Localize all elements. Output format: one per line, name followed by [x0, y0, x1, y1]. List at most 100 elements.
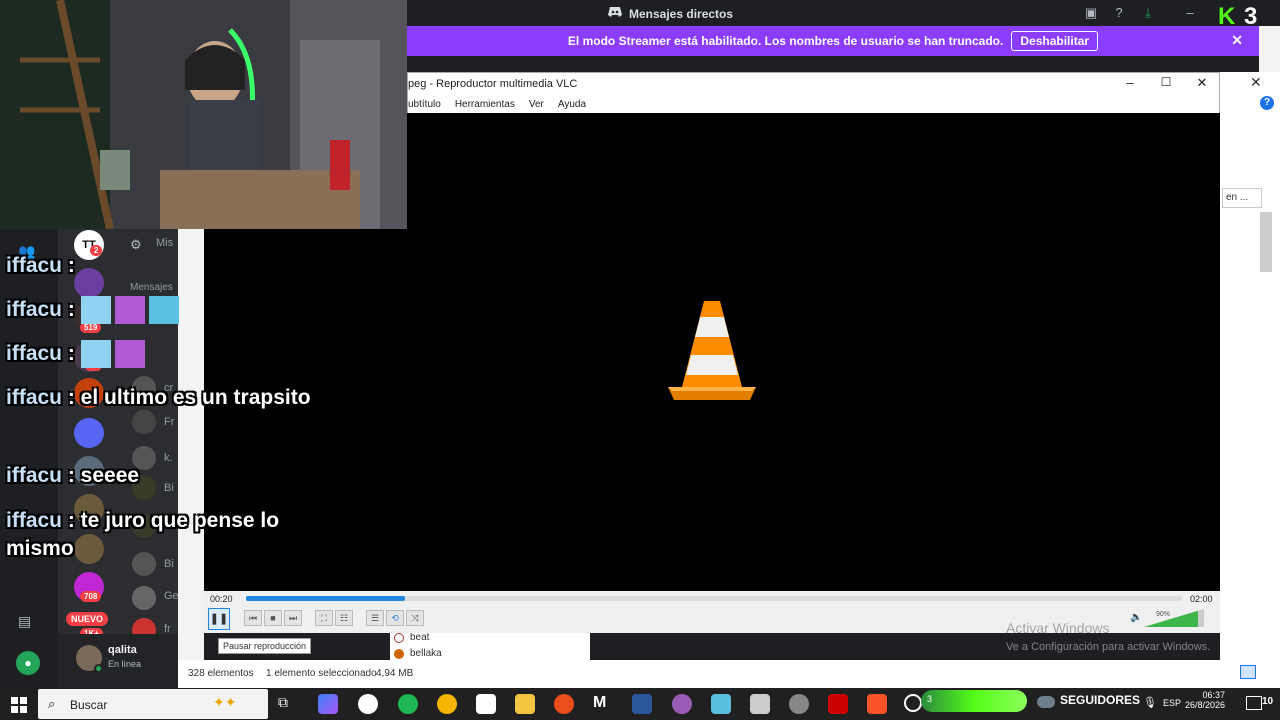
fullscreen-button[interactable]: ⛶ — [315, 610, 333, 626]
help-icon[interactable]: ? — [1260, 96, 1274, 110]
disable-streamer-button[interactable]: Deshabilitar — [1011, 31, 1099, 51]
activate-windows-title: Activar Windows — [1006, 620, 1110, 636]
audio-file-icon — [394, 632, 404, 643]
webcam-feed-image — [0, 0, 407, 229]
menu-item-subtitle[interactable]: ubtítulo — [408, 99, 441, 114]
chat-message: iffacu : el ultimo es un trapsito — [6, 386, 311, 409]
next-button[interactable]: ⏭ — [284, 610, 302, 626]
pause-button[interactable]: ❚❚ — [208, 608, 230, 630]
emote-icon — [80, 340, 111, 369]
chat-message: iffacu : — [6, 340, 316, 369]
app-icon[interactable] — [789, 694, 809, 714]
selected-count: 1 elemento seleccionado — [266, 668, 377, 679]
previous-button[interactable]: ⏮ — [244, 610, 262, 626]
word-icon[interactable] — [632, 694, 652, 714]
chat-message: iffacu : seeee — [6, 464, 140, 487]
details-view-icon[interactable] — [1240, 665, 1256, 679]
app-icon[interactable] — [711, 694, 731, 714]
close-icon[interactable]: ✕ — [1250, 74, 1262, 91]
chat-message: iffacu : te juro que pense lo mismo — [6, 509, 280, 560]
help-icon[interactable]: ? — [1111, 5, 1127, 21]
minimize-icon[interactable]: – — [1120, 75, 1140, 90]
brave-icon[interactable] — [867, 694, 887, 714]
stop-button[interactable]: ■ — [264, 610, 282, 626]
playlist-button[interactable]: ☰ — [366, 610, 384, 626]
minimize-icon[interactable]: – — [1182, 5, 1198, 21]
webcam-overlay — [0, 0, 407, 229]
avatar[interactable] — [132, 586, 156, 610]
copilot-icon[interactable] — [318, 694, 338, 714]
notifications-icon[interactable] — [1246, 696, 1262, 710]
emote-icon — [148, 296, 179, 325]
maximize-icon[interactable]: ☐ — [1156, 75, 1176, 89]
close-icon[interactable]: ✕ — [1192, 75, 1212, 91]
emote-icon — [114, 296, 145, 325]
weather-icon[interactable] — [1037, 696, 1055, 708]
audio-file-icon — [394, 648, 404, 659]
windows-taskbar: ⌕ Buscar ✦✦ ⧉ M 3 SEGUIDORES 🎙 ESP 06:37 — [0, 688, 1280, 720]
vlc-cone-icon — [668, 301, 756, 400]
chat-message: iffacu : — [6, 296, 316, 325]
menu-bar: ubtítulo Herramientas Ver Ayuda — [408, 99, 1219, 114]
search-icon: ⌕ — [48, 696, 56, 711]
search-input[interactable]: en ... — [1222, 188, 1262, 208]
file-explorer-icon[interactable] — [515, 694, 535, 714]
tooltip: Pausar reproducción — [218, 638, 312, 654]
download-icon[interactable]: ⤓ — [1140, 5, 1156, 21]
speaker-icon[interactable]: 🔈 — [1130, 612, 1142, 623]
obs-icon[interactable] — [358, 694, 378, 714]
channel-header: Mis — [156, 237, 174, 249]
seek-bar-progress — [246, 596, 406, 601]
user-settings-icon[interactable]: ● — [16, 651, 40, 675]
menu-item-view[interactable]: Ver — [529, 99, 544, 114]
gear-icon[interactable]: ⚙ — [130, 237, 142, 253]
list-item[interactable]: bellaka — [394, 648, 442, 659]
banner-text: El modo Streamer está habilitado. Los no… — [567, 34, 1004, 48]
followers-goal-bar: 3 — [921, 690, 1027, 712]
task-view-icon[interactable]: ⧉ — [278, 694, 298, 714]
user-status: En línea — [108, 659, 142, 669]
app-icon[interactable] — [828, 694, 848, 714]
stream-chat-overlay: iffacu : iffacu : iffacu : iffacu : el u… — [6, 252, 326, 582]
spotify-icon[interactable] — [398, 694, 418, 714]
discord-title: Mensajes directos — [607, 6, 733, 21]
app-icon[interactable] — [904, 694, 922, 712]
clock-time: 06:37 — [1202, 690, 1225, 700]
calculator-icon[interactable] — [750, 694, 770, 714]
online-status-icon — [94, 664, 103, 673]
media-player-icon[interactable] — [554, 694, 574, 714]
inbox-icon[interactable]: ▣ — [1083, 5, 1099, 21]
volume-slider[interactable]: 🔈 90% — [1130, 607, 1206, 629]
shuffle-button[interactable]: ⤨ — [406, 610, 424, 626]
security-icon[interactable] — [476, 694, 496, 714]
menu-item-help[interactable]: Ayuda — [558, 99, 586, 114]
language-indicator[interactable]: ESP — [1163, 698, 1181, 708]
clock-date: 26/8/2026 — [1185, 700, 1226, 710]
gallery-icon[interactable]: ▤ — [18, 613, 38, 629]
loop-button[interactable]: ⟲ — [386, 610, 404, 626]
app-m-icon[interactable]: M — [593, 694, 613, 714]
sparkle-icon: ✦✦ — [213, 694, 237, 710]
discord-taskbar-icon[interactable] — [672, 694, 692, 714]
dm-name: Ge — [164, 590, 179, 602]
extended-settings-button[interactable]: ☷ — [335, 610, 353, 626]
time-elapsed: 00:20 — [210, 594, 233, 604]
activate-windows-subtitle: Ve a Configuración para activar Windows. — [1006, 641, 1211, 653]
chrome-icon[interactable] — [437, 694, 457, 714]
clock[interactable]: 06:37 26/8/2026 — [1185, 690, 1225, 710]
menu-item-tools[interactable]: Herramientas — [455, 99, 515, 114]
window-title: peg - Reproductor multimedia VLC — [408, 78, 578, 90]
search-label: Buscar — [70, 698, 108, 712]
windows-start-icon[interactable] — [11, 697, 27, 713]
streamer-mode-banner: El modo Streamer está habilitado. Los no… — [407, 26, 1259, 56]
close-icon[interactable]: ✕ — [1231, 32, 1243, 49]
scrollbar[interactable] — [1260, 212, 1272, 272]
file-list: beat bellaka — [390, 630, 590, 660]
taskbar-search[interactable]: ⌕ Buscar ✦✦ — [38, 689, 268, 719]
microphone-icon[interactable]: 🎙 — [1143, 696, 1157, 709]
followers-count: 3 — [927, 694, 933, 704]
notification-count: 10 — [1262, 696, 1274, 707]
list-item[interactable]: beat — [394, 632, 429, 643]
seek-bar[interactable] — [246, 596, 1182, 601]
emote-icon — [80, 296, 111, 325]
